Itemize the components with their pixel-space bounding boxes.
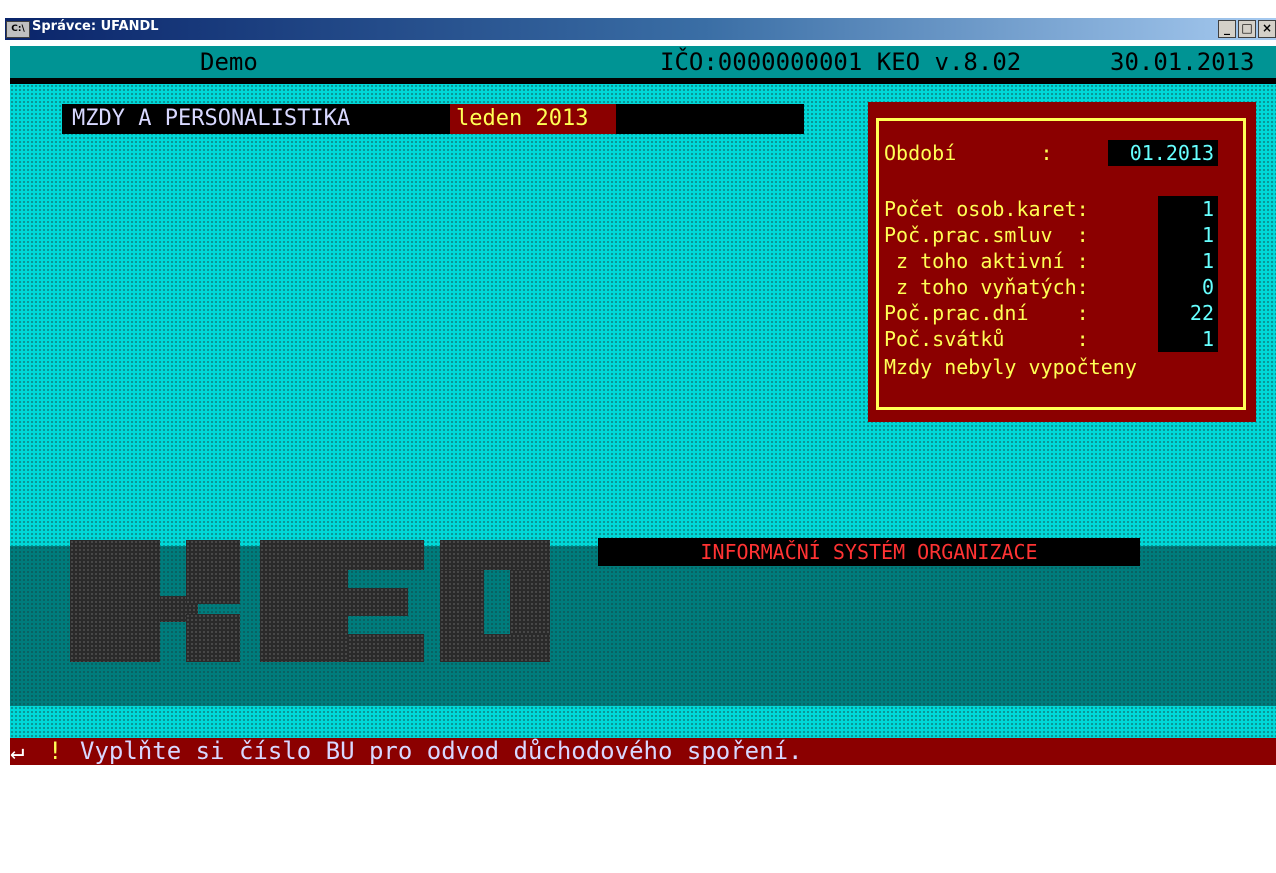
logo-block	[348, 588, 408, 616]
info-row-label: Poč.prac.smluv :	[884, 223, 1089, 247]
payroll-status: Mzdy nebyly vypočteny	[884, 355, 1137, 379]
logo-block	[348, 540, 424, 570]
info-row-label: Poč.svátků :	[884, 327, 1089, 351]
alert-icon: !	[48, 737, 63, 765]
enter-arrow-icon: ↵	[10, 737, 25, 765]
logo-block	[260, 540, 348, 662]
maximize-button[interactable]: □	[1238, 20, 1256, 38]
current-date: 30.01.2013	[1110, 48, 1255, 76]
info-row-label: Poč.prac.dní :	[884, 301, 1089, 325]
logo-block	[186, 614, 240, 662]
window-controls: _ □ ×	[1218, 20, 1276, 38]
info-row-value: 0	[1158, 274, 1218, 300]
info-row-value: 1	[1158, 196, 1218, 222]
minimize-button[interactable]: _	[1218, 20, 1236, 38]
logo-block	[510, 570, 550, 634]
info-row-value: 22	[1158, 300, 1218, 326]
module-title: MZDY A PERSONALISTIKA	[72, 106, 351, 131]
console-icon[interactable]: C:\	[6, 21, 30, 38]
logo-block	[348, 634, 424, 662]
system-subtitle: INFORMAČNÍ SYSTÉM ORGANIZACE	[598, 538, 1140, 566]
bottom-background	[10, 706, 1276, 738]
module-header: MZDY A PERSONALISTIKA leden 2013	[62, 104, 804, 134]
info-row-value: 1	[1158, 248, 1218, 274]
info-row-value: 1	[1158, 326, 1218, 352]
console-screen: Demo IČO:0000000001 KEO v.8.02 30.01.201…	[10, 42, 1276, 765]
status-bar: ↵ ! Vyplňte si číslo BU pro odvod důchod…	[10, 738, 1276, 765]
logo-block	[440, 570, 484, 634]
console-topbar: Demo IČO:0000000001 KEO v.8.02 30.01.201…	[10, 46, 1276, 78]
company-name: Demo	[200, 48, 258, 76]
titlebar-strip	[5, 18, 1276, 40]
logo-block	[70, 540, 160, 662]
info-row-label: z toho aktivní :	[884, 249, 1089, 273]
info-row-value: 1	[1158, 222, 1218, 248]
window-titlebar[interactable]: C:\ Správce: UFANDL _ □ ×	[0, 0, 1276, 42]
obdobi-value[interactable]: 01.2013	[1108, 140, 1218, 166]
period-text: leden 2013	[450, 104, 616, 134]
ico-version: IČO:0000000001 KEO v.8.02	[660, 48, 1022, 76]
logo-block	[186, 540, 240, 604]
info-row-label: Počet osob.karet:	[884, 197, 1089, 221]
logo-block	[440, 634, 550, 662]
status-message: Vyplňte si číslo BU pro odvod důchodovéh…	[80, 737, 803, 765]
info-panel: Období : 01.2013 Počet osob.karet: 1 Poč…	[868, 102, 1256, 422]
close-button[interactable]: ×	[1258, 20, 1276, 38]
logo-block	[440, 540, 550, 570]
obdobi-label: Období :	[884, 141, 1053, 165]
window-title: Správce: UFANDL	[32, 19, 159, 34]
info-row-label: z toho vyňatých:	[884, 275, 1089, 299]
